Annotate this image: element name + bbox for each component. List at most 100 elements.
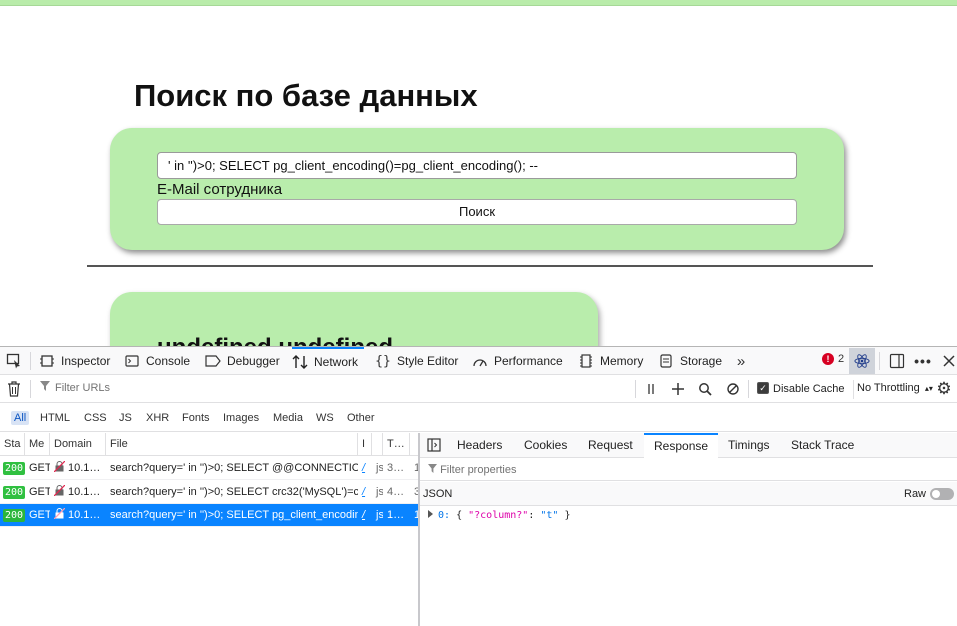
filter-urls-input[interactable]: Filter URLs — [40, 381, 110, 394]
error-count: 2 — [838, 353, 845, 365]
throttling-select[interactable]: No Throttling ▴▾ — [853, 380, 936, 399]
tab-network[interactable]: Network — [292, 347, 365, 375]
column-method[interactable]: Me — [25, 433, 50, 456]
status-badge: 200 — [3, 486, 25, 499]
add-request-icon[interactable] — [670, 381, 686, 397]
pause-icon[interactable] — [643, 381, 659, 397]
close-icon[interactable] — [941, 353, 957, 369]
toolbar-separator — [879, 352, 880, 370]
tab-stack-trace[interactable]: Stack Trace — [791, 433, 854, 458]
search-icon[interactable] — [697, 381, 713, 397]
filter-xhr[interactable]: XHR — [143, 411, 172, 425]
request-row[interactable]: 200 GET 10.1… search?query=' in '')>0; S… — [0, 457, 418, 480]
filter-urls-placeholder: Filter URLs — [55, 381, 111, 394]
request-initiator[interactable]: / — [358, 481, 372, 504]
request-type-filters: All HTML CSS JS XHR Fonts Images Media W… — [0, 404, 957, 432]
tab-label: Performance — [494, 354, 563, 368]
filter-js[interactable]: JS — [116, 411, 135, 425]
toolbar-separator — [30, 380, 31, 398]
request-initiator[interactable]: / — [358, 457, 372, 480]
element-picker-icon[interactable] — [6, 353, 22, 369]
inspector-icon — [39, 353, 55, 369]
tab-debugger[interactable]: Debugger — [205, 347, 280, 375]
json-tree-row[interactable]: 0: { "?column?": "t" } — [428, 507, 571, 525]
more-tools-chevron-icon[interactable]: » — [733, 353, 749, 370]
react-devtools-tab[interactable] — [849, 348, 875, 374]
tab-response[interactable]: Response — [644, 433, 719, 458]
filter-all[interactable]: All — [11, 411, 30, 425]
request-domain: 10.1… — [50, 481, 106, 504]
tab-headers[interactable]: Headers — [457, 433, 502, 458]
request-transferred: 1… — [387, 509, 405, 521]
tab-performance[interactable]: Performance — [472, 347, 563, 375]
tab-cookies[interactable]: Cookies — [524, 433, 567, 458]
column-initiator[interactable]: I — [358, 433, 372, 456]
divider — [87, 265, 873, 267]
trash-icon[interactable] — [6, 381, 22, 397]
email-search-input[interactable]: ' in '')>0; SELECT pg_client_encoding()=… — [157, 152, 797, 179]
filter-properties-placeholder: Filter properties — [440, 464, 517, 476]
disable-cache-checkbox[interactable]: ✓ — [757, 382, 769, 394]
network-toolbar: Filter URLs ✓ Disable Cache No Throttlin… — [0, 376, 957, 403]
tab-label: Inspector — [61, 354, 111, 368]
json-bar: JSON Raw — [420, 482, 957, 506]
debugger-icon — [205, 353, 221, 369]
expand-triangle-icon[interactable] — [428, 510, 433, 518]
raw-label: Raw — [904, 488, 927, 500]
filter-html[interactable]: HTML — [37, 411, 73, 425]
toggle-sidebar-icon[interactable] — [426, 437, 442, 453]
filter-images[interactable]: Images — [220, 411, 262, 425]
tab-memory[interactable]: Memory — [578, 347, 643, 375]
tab-label: Console — [146, 354, 191, 368]
dock-side-icon[interactable] — [889, 353, 905, 369]
email-label: E-Mail сотрудника — [157, 181, 283, 198]
page-title: Поиск по базе данных — [134, 78, 478, 113]
request-size: 1 — [414, 509, 418, 521]
performance-icon — [472, 353, 488, 369]
search-button[interactable]: Поиск — [157, 199, 797, 225]
filter-ws[interactable]: WS — [313, 411, 337, 425]
tab-label: Debugger — [227, 354, 280, 368]
tab-storage[interactable]: Storage — [658, 347, 722, 375]
filter-fonts[interactable]: Fonts — [179, 411, 213, 425]
request-file: search?query=' in '')>0; SELECT @@CONNEC… — [110, 462, 358, 474]
error-count-badge[interactable]: ! 2 — [822, 353, 844, 365]
request-file: search?query=' in '')>0; SELECT pg_clien… — [110, 509, 358, 521]
request-method: GET — [29, 509, 50, 521]
tab-style-editor[interactable]: {} Style Editor — [375, 347, 458, 375]
json-key: "?column?" — [468, 510, 529, 521]
filter-media[interactable]: Media — [270, 411, 306, 425]
tab-request[interactable]: Request — [588, 433, 633, 458]
block-icon[interactable] — [725, 381, 741, 397]
gear-icon[interactable]: ⚙ — [936, 379, 952, 398]
filter-icon — [40, 381, 50, 394]
filter-properties-input[interactable]: Filter properties — [420, 459, 957, 481]
devtools-panel: Inspector Console Debugger Network {} St… — [0, 346, 957, 626]
memory-icon — [578, 353, 594, 369]
status-badge: 200 — [3, 462, 25, 475]
request-row-selected[interactable]: 200 GET 10.1… search?query=' in '')>0; S… — [0, 504, 418, 527]
filter-other[interactable]: Other — [344, 411, 378, 425]
column-domain[interactable]: Domain — [50, 433, 106, 456]
top-banner — [0, 0, 957, 6]
more-options-icon[interactable]: ••• — [914, 353, 931, 369]
column-file[interactable]: File — [106, 433, 358, 456]
request-domain: 10.1… — [50, 457, 106, 480]
column-status[interactable]: Sta — [0, 433, 25, 456]
tab-label: Storage — [680, 354, 723, 368]
json-index: 0: — [438, 510, 451, 521]
column-transferred[interactable]: T… — [383, 433, 410, 456]
column-type[interactable] — [372, 433, 383, 456]
request-domain: 10.1… — [50, 504, 106, 527]
request-initiator[interactable]: / — [358, 504, 372, 527]
raw-toggle[interactable] — [930, 488, 954, 500]
insecure-lock-icon — [53, 482, 66, 497]
tab-console[interactable]: Console — [124, 347, 190, 375]
tab-inspector[interactable]: Inspector — [39, 347, 110, 375]
column-size[interactable] — [410, 433, 418, 456]
request-row[interactable]: 200 GET 10.1… search?query=' in '')>0; S… — [0, 481, 418, 504]
filter-css[interactable]: CSS — [81, 411, 110, 425]
request-transferred: 3… — [387, 462, 405, 474]
request-transferred: 4… — [387, 486, 405, 498]
tab-timings[interactable]: Timings — [728, 433, 770, 458]
